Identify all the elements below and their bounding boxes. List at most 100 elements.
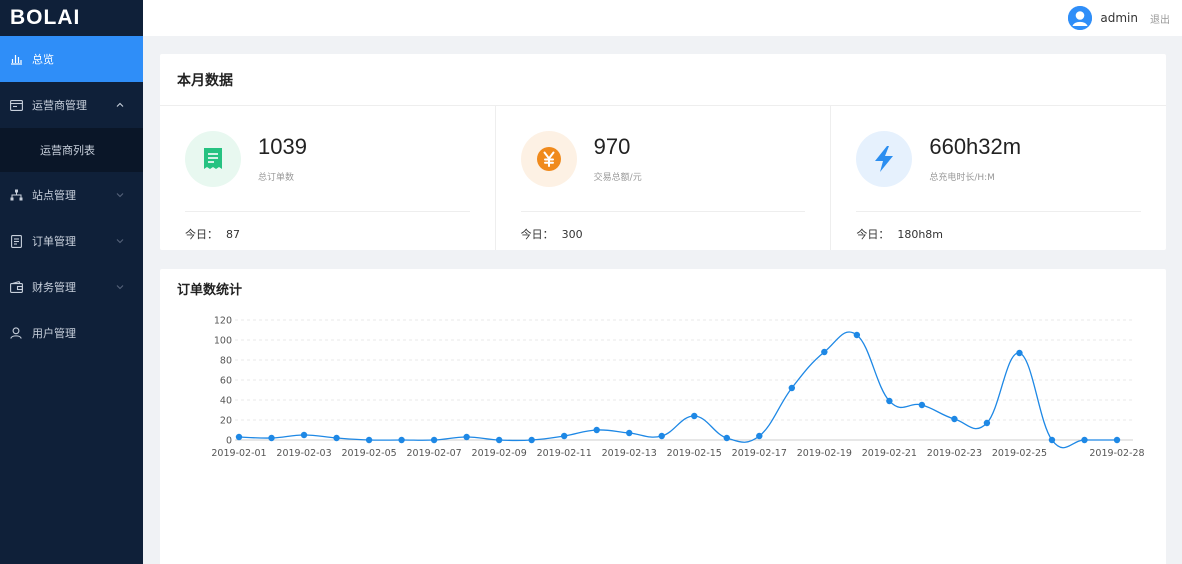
submenu-operator: 运营商列表 bbox=[0, 128, 143, 172]
x-tick-label: 2019-02-05 bbox=[341, 448, 396, 459]
stat-total-amount: 970 交易总额/元 今日： 300 bbox=[494, 106, 831, 250]
x-tick-label: 2019-02-15 bbox=[667, 448, 722, 459]
data-point bbox=[495, 436, 503, 444]
stat-total-charge-time: 660h32m 总充电时长/H:M 今日： 180h8m bbox=[830, 106, 1166, 250]
sidebar-item-overview[interactable]: 总览 bbox=[0, 36, 143, 82]
id-card-icon bbox=[9, 98, 23, 112]
series-line bbox=[238, 331, 1117, 449]
username[interactable]: admin bbox=[1100, 11, 1138, 25]
stat-label: 总充电时长/H:M bbox=[929, 172, 995, 183]
order-line-chart: 0 20 40 60 80 100 120 2019-02-01 2019-02-03 2019-… bbox=[211, 316, 1144, 460]
today-label: 今日： bbox=[856, 228, 890, 241]
data-point bbox=[268, 434, 275, 442]
data-point bbox=[1048, 436, 1056, 444]
data-point bbox=[463, 433, 470, 441]
stat-value: 970 bbox=[593, 134, 631, 160]
bar-chart-icon bbox=[9, 52, 23, 66]
data-point bbox=[1113, 436, 1121, 444]
avatar[interactable] bbox=[1068, 6, 1093, 30]
data-point bbox=[886, 397, 893, 405]
today-value: 300 bbox=[561, 228, 583, 241]
data-point bbox=[951, 415, 958, 423]
sidebar-item-user-management[interactable]: 用户管理 bbox=[0, 310, 143, 356]
sidebar-item-operator-management[interactable]: 运营商管理 bbox=[0, 82, 143, 128]
y-tick-label: 80 bbox=[220, 356, 232, 367]
y-tick-label: 60 bbox=[220, 376, 232, 387]
x-tick-label: 2019-02-28 bbox=[1089, 448, 1144, 459]
data-point bbox=[398, 436, 405, 444]
stat-today: 今日： 180h8m bbox=[856, 226, 1141, 242]
data-point bbox=[788, 384, 796, 392]
data-point bbox=[430, 436, 438, 444]
wallet-icon bbox=[9, 280, 23, 294]
brand-logo: BOLAI bbox=[10, 6, 81, 29]
user-avatar-icon bbox=[1068, 6, 1093, 30]
sidebar-item-label: 运营商管理 bbox=[32, 99, 87, 112]
x-tick-label: 2019-02-03 bbox=[276, 448, 331, 459]
data-point bbox=[593, 426, 600, 434]
logout-link[interactable]: 退出 bbox=[1150, 11, 1170, 26]
divider bbox=[520, 211, 806, 212]
divider bbox=[856, 211, 1142, 212]
data-point bbox=[1016, 349, 1023, 357]
sidebar-item-label: 订单管理 bbox=[32, 235, 76, 248]
chevron-up-icon bbox=[116, 102, 124, 107]
sidebar-item-finance-management[interactable]: 财务管理 bbox=[0, 264, 143, 310]
sidebar-item-label: 财务管理 bbox=[32, 281, 76, 294]
sidebar-subitem-operator-list[interactable]: 运营商列表 bbox=[0, 128, 143, 172]
today-label: 今日： bbox=[185, 228, 218, 241]
sidebar-item-order-management[interactable]: 订单管理 bbox=[0, 218, 143, 264]
x-tick-label: 2019-02-21 bbox=[862, 448, 917, 459]
stat-label: 交易总额/元 bbox=[593, 172, 642, 183]
today-label: 今日： bbox=[520, 228, 554, 241]
sidebar-item-label: 总览 bbox=[32, 53, 54, 66]
y-tick-label: 120 bbox=[214, 316, 232, 327]
stat-today: 今日： 300 bbox=[521, 226, 806, 242]
data-point bbox=[658, 432, 665, 440]
x-tick-label: 2019-02-13 bbox=[602, 448, 657, 459]
chevron-down-icon bbox=[116, 239, 124, 244]
data-point bbox=[756, 432, 763, 440]
monthly-data-title: 本月数据 bbox=[160, 54, 1166, 106]
today-value: 180h8m bbox=[897, 228, 944, 241]
receipt-icon bbox=[185, 131, 241, 187]
divider bbox=[185, 211, 470, 212]
top-header: admin 退出 bbox=[143, 0, 1182, 36]
data-point bbox=[983, 419, 991, 427]
lightning-icon bbox=[856, 131, 913, 187]
stat-today: 今日： 87 bbox=[185, 226, 470, 242]
y-tick-label: 40 bbox=[220, 396, 232, 407]
stat-label: 总订单数 bbox=[258, 172, 295, 183]
chart-title: 订单数统计 bbox=[177, 283, 243, 298]
x-tick-label: 2019-02-19 bbox=[797, 448, 852, 459]
x-tick-label: 2019-02-01 bbox=[211, 448, 266, 459]
sidebar-item-label: 用户管理 bbox=[32, 327, 76, 340]
sidebar: BOLAI 总览 运营商管理 运营商列表 站点管理 订单管理 财务管理 用户管理 bbox=[0, 0, 143, 564]
data-point bbox=[560, 432, 568, 440]
data-point bbox=[300, 431, 308, 439]
y-tick-label: 0 bbox=[226, 436, 232, 447]
stat-total-orders: 1039 总订单数 今日： 87 bbox=[160, 106, 495, 250]
x-tick-label: 2019-02-23 bbox=[927, 448, 982, 459]
data-point bbox=[723, 434, 730, 442]
x-tick-label: 2019-02-25 bbox=[992, 448, 1047, 459]
data-point bbox=[1081, 436, 1088, 444]
data-point bbox=[365, 436, 373, 444]
x-tick-label: 2019-02-17 bbox=[732, 448, 787, 459]
today-value: 87 bbox=[226, 228, 240, 241]
y-tick-label: 100 bbox=[214, 336, 232, 347]
y-tick-label: 20 bbox=[220, 416, 232, 427]
data-point bbox=[333, 434, 340, 442]
data-point bbox=[626, 429, 633, 437]
sitemap-icon bbox=[9, 188, 23, 202]
stat-value: 660h32m bbox=[929, 134, 1022, 160]
sidebar-item-label: 站点管理 bbox=[32, 189, 76, 202]
data-point bbox=[918, 401, 926, 409]
x-tick-label: 2019-02-09 bbox=[472, 448, 527, 459]
sidebar-item-site-management[interactable]: 站点管理 bbox=[0, 172, 143, 218]
stat-value: 1039 bbox=[258, 134, 307, 160]
order-stats-card: 订单数统计 0 20 40 60 80 100 120 2019-02-01 2019-02-0… bbox=[160, 269, 1166, 564]
data-point bbox=[821, 348, 828, 356]
document-icon bbox=[9, 234, 23, 248]
data-point bbox=[691, 412, 698, 420]
